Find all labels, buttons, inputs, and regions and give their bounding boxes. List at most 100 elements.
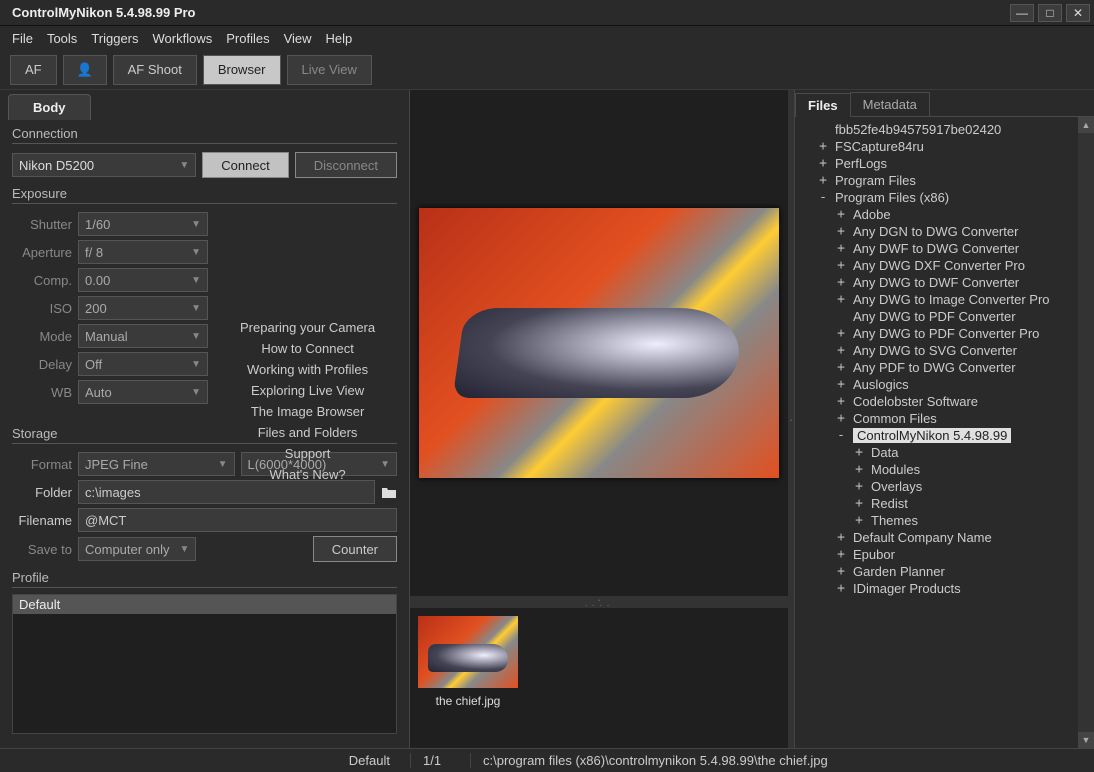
tree-label[interactable]: Garden Planner: [853, 564, 945, 579]
folder-browse-icon[interactable]: [381, 485, 397, 499]
expand-icon[interactable]: +: [853, 462, 865, 477]
expand-icon[interactable]: +: [835, 258, 847, 273]
folder-tree[interactable]: fbb52fe4b94575917be02420 + FSCapture84ru + P…: [795, 117, 1094, 748]
tree-node[interactable]: + Any DGN to DWG Converter: [835, 224, 1090, 239]
saveto-select[interactable]: Computer only▼: [78, 537, 196, 561]
tree-label[interactable]: Common Files: [853, 411, 937, 426]
browser-button[interactable]: Browser: [203, 55, 281, 85]
tree-node[interactable]: + Epubor: [835, 547, 1090, 562]
tree-node[interactable]: +IDimager Products: [835, 581, 1090, 596]
wb-select[interactable]: Auto▼: [78, 380, 208, 404]
tree-node[interactable]: Any DWG to PDF Converter: [835, 309, 1090, 324]
expand-icon[interactable]: +: [817, 139, 829, 154]
tree-label[interactable]: Adobe: [853, 207, 891, 222]
tree-node[interactable]: +Common Files: [835, 411, 1090, 426]
tree-label[interactable]: Any PDF to DWG Converter: [853, 360, 1016, 375]
help-link[interactable]: Support: [240, 446, 375, 461]
iso-select[interactable]: 200▼: [78, 296, 208, 320]
tree-node[interactable]: + Any DWF to DWG Converter: [835, 241, 1090, 256]
expand-icon[interactable]: +: [835, 241, 847, 256]
expand-icon[interactable]: +: [817, 173, 829, 188]
expand-icon[interactable]: +: [835, 343, 847, 358]
tree-label[interactable]: Data: [871, 445, 898, 460]
disconnect-button[interactable]: Disconnect: [295, 152, 397, 178]
format-select[interactable]: JPEG Fine▼: [78, 452, 235, 476]
tree-label[interactable]: PerfLogs: [835, 156, 887, 171]
expand-icon[interactable]: +: [835, 394, 847, 409]
aperture-select[interactable]: f/ 8▼: [78, 240, 208, 264]
tree-node[interactable]: +Themes: [853, 513, 1090, 528]
expand-icon[interactable]: +: [835, 547, 847, 562]
tree-node[interactable]: +Codelobster Software: [835, 394, 1090, 409]
filename-input[interactable]: @MCT: [78, 508, 397, 532]
tree-scrollbar[interactable]: ▲ ▼: [1078, 117, 1094, 748]
camera-select[interactable]: Nikon D5200▼: [12, 153, 196, 177]
help-link[interactable]: Exploring Live View: [240, 383, 375, 398]
tree-label[interactable]: Default Company Name: [853, 530, 992, 545]
menu-workflows[interactable]: Workflows: [153, 31, 213, 46]
af-button[interactable]: AF: [10, 55, 57, 85]
tree-node[interactable]: + Any PDF to DWG Converter: [835, 360, 1090, 375]
tree-node[interactable]: + Default Company Name: [835, 530, 1090, 545]
help-link[interactable]: The Image Browser: [240, 404, 375, 419]
tree-label[interactable]: Any DWF to DWG Converter: [853, 241, 1019, 256]
thumbnail[interactable]: [418, 616, 518, 688]
tree-label[interactable]: Any DGN to DWG Converter: [853, 224, 1018, 239]
tree-node[interactable]: -ControlMyNikon 5.4.98.99: [835, 428, 1090, 443]
profile-list[interactable]: Default: [12, 594, 397, 734]
expand-icon[interactable]: +: [835, 224, 847, 239]
scroll-up-icon[interactable]: ▲: [1078, 117, 1094, 133]
mode-select[interactable]: Manual▼: [78, 324, 208, 348]
tab-body[interactable]: Body: [8, 94, 91, 120]
expand-icon[interactable]: +: [835, 326, 847, 341]
tree-label[interactable]: Program Files (x86): [835, 190, 949, 205]
comp-select[interactable]: 0.00▼: [78, 268, 208, 292]
tree-node[interactable]: -Program Files (x86): [817, 190, 1090, 205]
counter-button[interactable]: Counter: [313, 536, 397, 562]
profile-item[interactable]: Default: [13, 595, 396, 614]
expand-icon[interactable]: +: [835, 292, 847, 307]
tree-node[interactable]: +Adobe: [835, 207, 1090, 222]
tree-label[interactable]: Any DWG to Image Converter Pro: [853, 292, 1050, 307]
tree-label[interactable]: FSCapture84ru: [835, 139, 924, 154]
expand-icon[interactable]: +: [853, 513, 865, 528]
tree-node[interactable]: + Any DWG to Image Converter Pro: [835, 292, 1090, 307]
tab-files[interactable]: Files: [795, 93, 851, 117]
expand-icon[interactable]: +: [835, 360, 847, 375]
expand-icon[interactable]: +: [835, 564, 847, 579]
tree-node[interactable]: +Any DWG DXF Converter Pro: [835, 258, 1090, 273]
tree-node[interactable]: +Any DWG to SVG Converter: [835, 343, 1090, 358]
tree-node[interactable]: +Modules: [853, 462, 1090, 477]
delay-select[interactable]: Off▼: [78, 352, 208, 376]
expand-icon[interactable]: +: [835, 377, 847, 392]
help-link[interactable]: Preparing your Camera: [240, 320, 375, 335]
scroll-down-icon[interactable]: ▼: [1078, 732, 1094, 748]
tree-node[interactable]: +Overlays: [853, 479, 1090, 494]
maximize-button[interactable]: □: [1038, 4, 1062, 22]
expand-icon[interactable]: +: [817, 156, 829, 171]
expand-icon[interactable]: +: [853, 445, 865, 460]
tree-node[interactable]: fbb52fe4b94575917be02420: [817, 122, 1090, 137]
live-view-button[interactable]: Live View: [287, 55, 372, 85]
tree-label[interactable]: Epubor: [853, 547, 895, 562]
expand-icon[interactable]: +: [853, 479, 865, 494]
tree-label[interactable]: Redist: [871, 496, 908, 511]
tree-node[interactable]: +Redist: [853, 496, 1090, 511]
expand-icon[interactable]: +: [835, 530, 847, 545]
af-shoot-button[interactable]: AF Shoot: [113, 55, 197, 85]
tree-node[interactable]: + PerfLogs: [817, 156, 1090, 171]
tree-node[interactable]: + Any DWG to DWF Converter: [835, 275, 1090, 290]
tree-label[interactable]: Any DWG to DWF Converter: [853, 275, 1019, 290]
expand-icon[interactable]: +: [835, 581, 847, 596]
expand-icon[interactable]: +: [835, 275, 847, 290]
tree-label[interactable]: Any DWG to PDF Converter: [853, 309, 1016, 324]
expand-icon[interactable]: -: [835, 428, 847, 443]
close-button[interactable]: ✕: [1066, 4, 1090, 22]
tree-node[interactable]: + Garden Planner: [835, 564, 1090, 579]
menu-tools[interactable]: Tools: [47, 31, 77, 46]
tree-label[interactable]: ControlMyNikon 5.4.98.99: [853, 428, 1011, 443]
tree-label[interactable]: Any DWG to PDF Converter Pro: [853, 326, 1039, 341]
menu-file[interactable]: File: [12, 31, 33, 46]
help-link[interactable]: How to Connect: [240, 341, 375, 356]
menu-triggers[interactable]: Triggers: [91, 31, 138, 46]
